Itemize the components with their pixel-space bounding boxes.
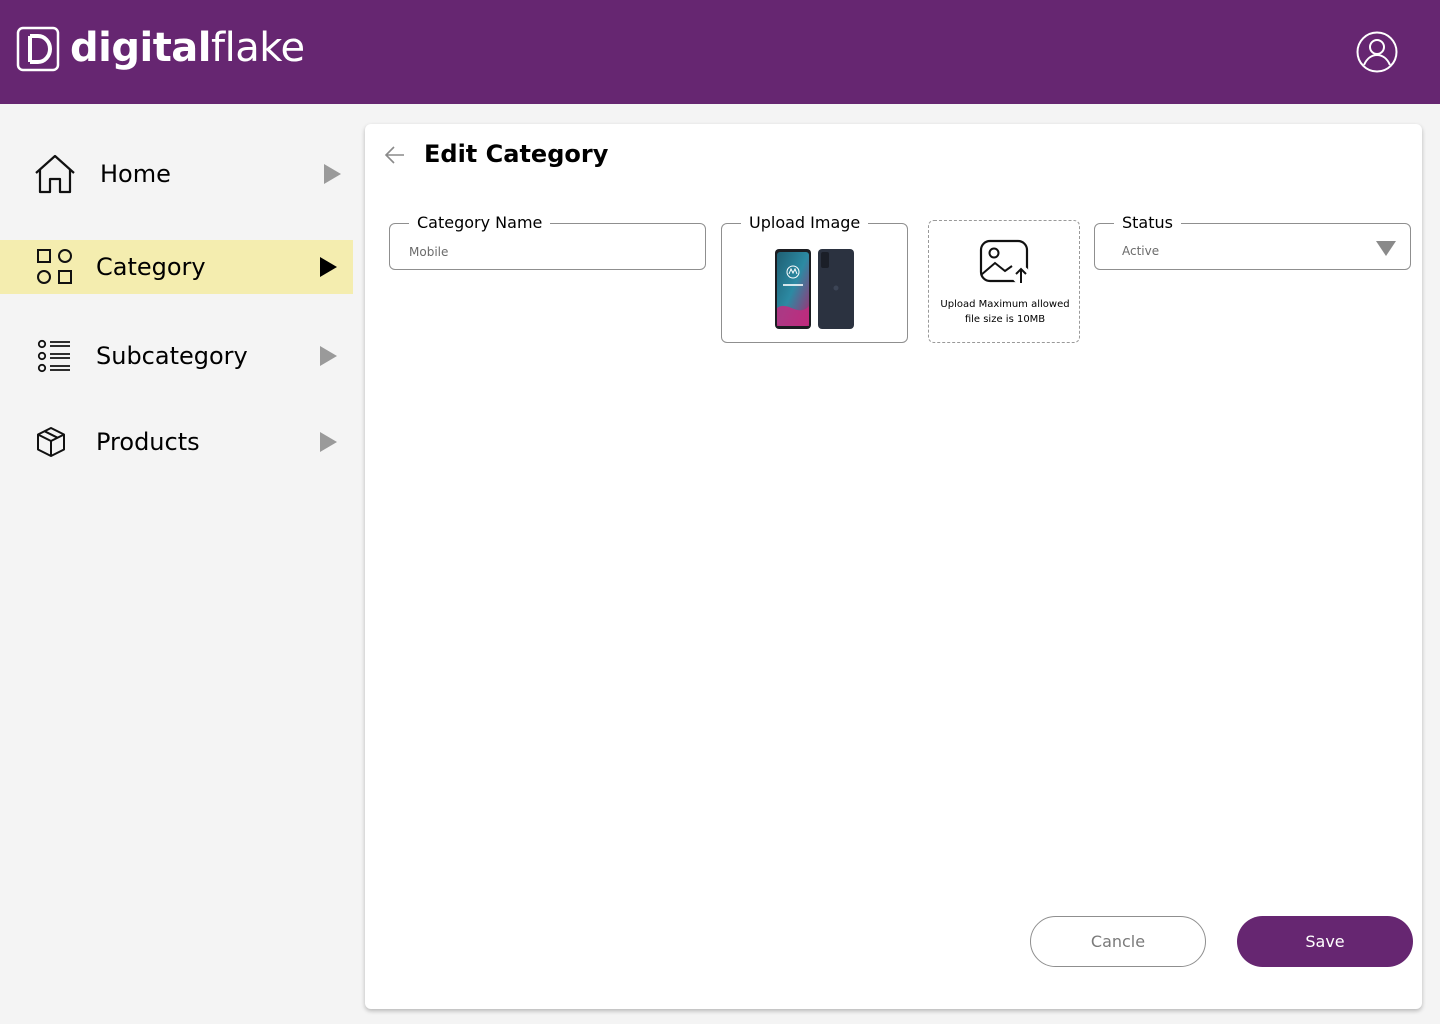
brand-name: digitalflake <box>70 22 305 74</box>
status-select[interactable]: Status Active <box>1094 213 1411 270</box>
upload-hint-line2: file size is 10MB <box>964 314 1046 325</box>
list-icon <box>32 333 78 379</box>
box-icon <box>28 419 74 465</box>
image-upload-icon <box>979 239 1030 284</box>
top-bar: digitalflake <box>0 0 1440 104</box>
user-circle-icon[interactable] <box>1355 30 1399 74</box>
logo-mark-icon <box>16 26 60 72</box>
page-title: Edit Category <box>424 140 609 168</box>
sidebar-item-subcategory[interactable]: Subcategory <box>0 329 353 383</box>
edit-category-panel: Edit Category Category Name Upload Image <box>365 124 1422 1009</box>
phone-preview-image <box>775 249 854 329</box>
status-label: Status <box>1114 213 1181 232</box>
home-icon <box>32 151 78 197</box>
category-name-label: Category Name <box>409 213 551 232</box>
sidebar-item-label: Category <box>96 253 206 281</box>
sidebar-item-home[interactable]: Home <box>0 147 353 201</box>
image-upload-dropzone[interactable]: Upload Maximum allowed file size is 10MB <box>928 220 1080 343</box>
chevron-right-icon <box>320 432 337 452</box>
sidebar-item-label: Home <box>100 160 171 188</box>
chevron-right-icon <box>320 346 337 366</box>
sidebar-item-products[interactable]: Products <box>0 415 353 469</box>
caret-down-icon <box>1376 241 1396 256</box>
category-name-field: Category Name <box>389 213 706 270</box>
brand-logo[interactable]: digitalflake <box>16 22 305 74</box>
cancel-button[interactable]: Cancle <box>1030 916 1206 967</box>
category-name-input[interactable] <box>409 245 689 259</box>
status-value: Active <box>1122 244 1160 258</box>
sidebar: Home Category Subcategory Products <box>0 104 353 1024</box>
chevron-right-icon <box>320 257 337 277</box>
upload-image-label: Upload Image <box>741 213 869 232</box>
upload-hint-text: Upload Maximum allowed file size is 10MB <box>929 297 1081 327</box>
brand-name-light: flake <box>211 25 305 71</box>
sidebar-item-category[interactable]: Category <box>0 240 353 294</box>
sidebar-item-label: Products <box>96 428 200 456</box>
brand-name-bold: digital <box>70 25 212 71</box>
category-grid-icon <box>32 244 78 290</box>
save-button[interactable]: Save <box>1237 916 1413 967</box>
upload-image-field: Upload Image <box>721 213 908 343</box>
sidebar-item-label: Subcategory <box>96 342 248 370</box>
chevron-right-icon <box>324 164 341 184</box>
upload-hint-line1: Upload Maximum allowed <box>940 299 1070 310</box>
arrow-left-icon[interactable] <box>383 142 407 168</box>
